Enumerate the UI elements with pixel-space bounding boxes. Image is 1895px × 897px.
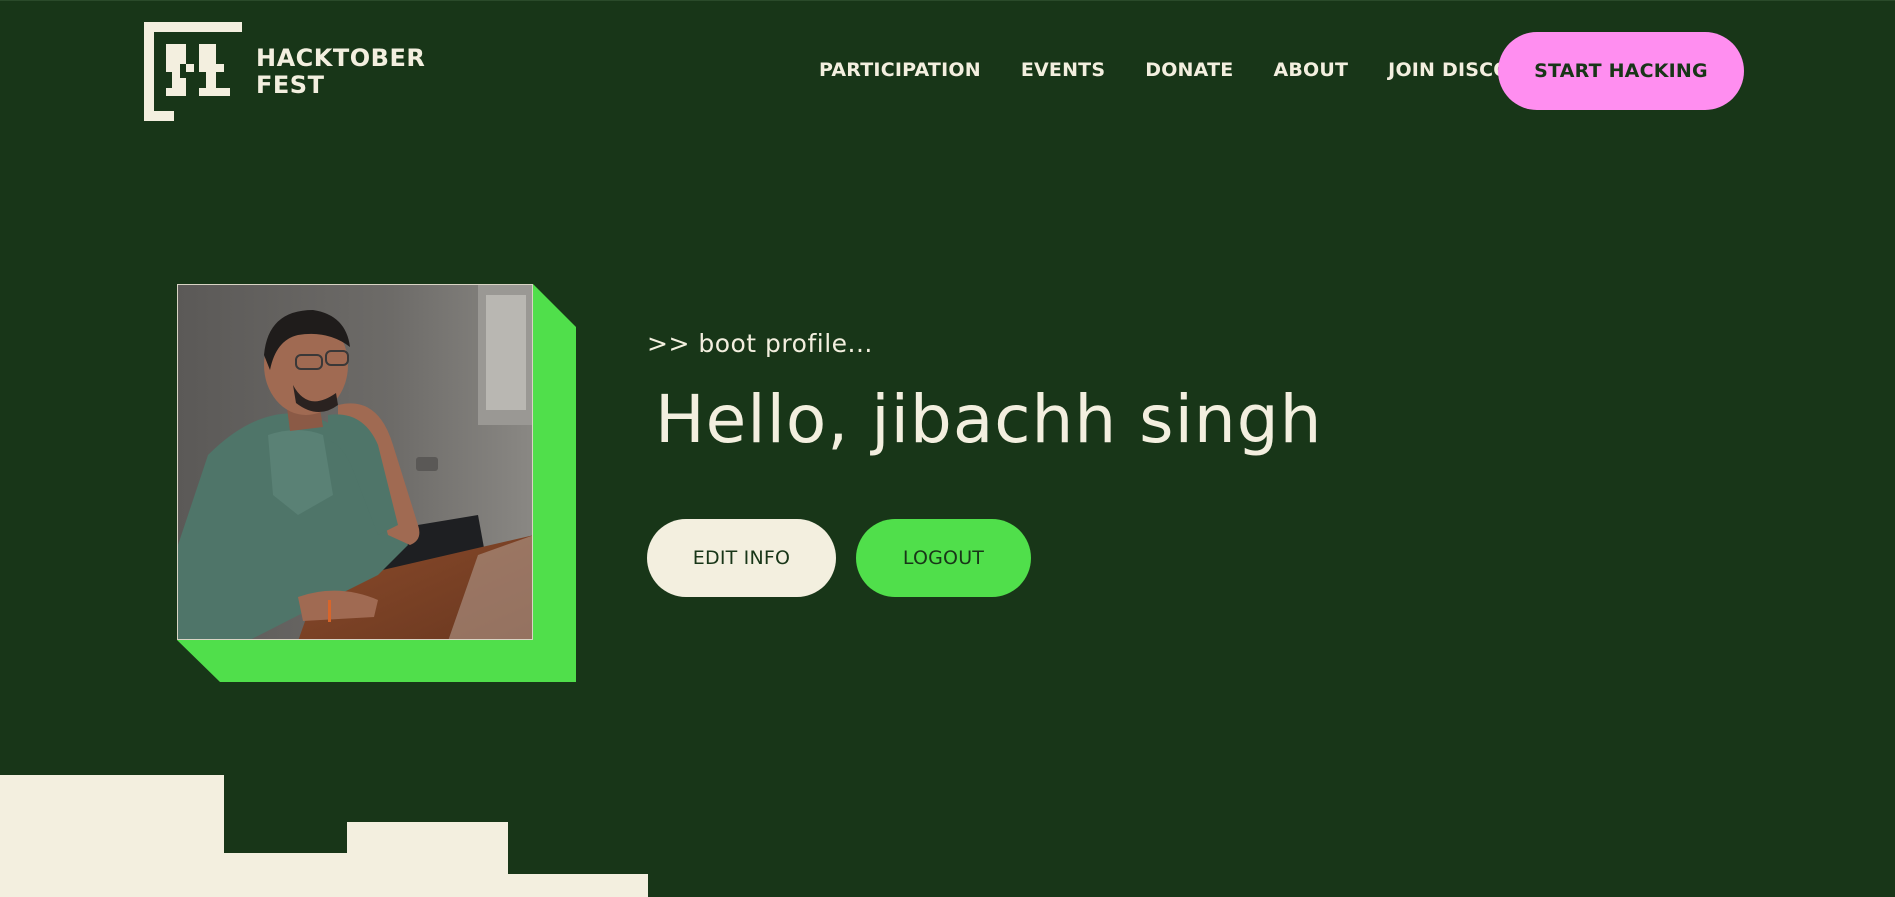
profile-avatar	[177, 284, 533, 640]
nav-about[interactable]: ABOUT	[1273, 59, 1348, 81]
main-nav: PARTICIPATION EVENTS DONATE ABOUT JOIN D…	[819, 59, 1540, 81]
logout-button[interactable]: LOGOUT	[856, 519, 1031, 597]
nav-donate[interactable]: DONATE	[1145, 59, 1233, 81]
greeting-heading: Hello, jibachh singh	[655, 381, 1323, 458]
page: HACKTOBER FEST PARTICIPATION EVENTS DONA…	[0, 0, 1895, 897]
pixel-blocks-decoration	[0, 775, 648, 897]
edit-info-button[interactable]: EDIT INFO	[647, 519, 836, 597]
start-hacking-button[interactable]: START HACKING	[1498, 32, 1744, 110]
logo-line-1: HACKTOBER	[256, 43, 426, 72]
nav-participation[interactable]: PARTICIPATION	[819, 59, 981, 81]
logo-wordmark: HACKTOBER FEST	[256, 43, 426, 99]
boot-profile-text: >> boot profile...	[647, 329, 873, 358]
profile-photo-image	[178, 285, 532, 639]
hacktoberfest-logo[interactable]: HACKTOBER FEST	[144, 22, 425, 121]
hacktoberfest-logo-icon	[144, 22, 242, 121]
nav-events[interactable]: EVENTS	[1021, 59, 1105, 81]
logo-line-2: FEST	[256, 70, 325, 99]
